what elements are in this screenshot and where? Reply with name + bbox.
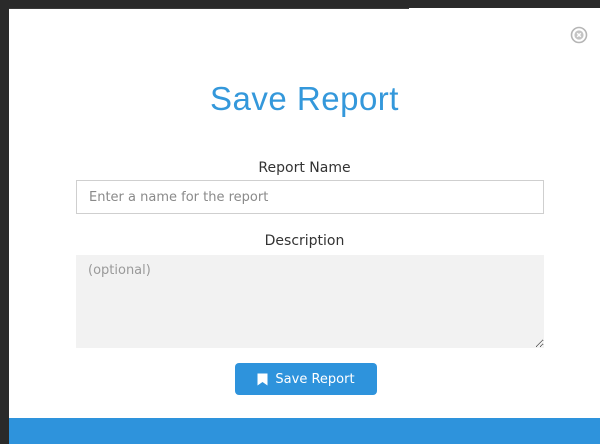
description-label: Description <box>264 233 345 249</box>
dialog-title: Save Report <box>210 80 399 117</box>
bookmark-icon <box>257 373 268 386</box>
save-report-dialog: Save Report Report Name Description Save… <box>9 8 600 444</box>
close-button[interactable] <box>570 26 588 44</box>
save-report-button[interactable]: Save Report <box>235 363 377 395</box>
dialog-footer-bar <box>9 418 600 444</box>
report-name-input[interactable] <box>76 180 544 214</box>
save-report-button-label: Save Report <box>275 371 355 387</box>
description-textarea[interactable] <box>76 255 544 348</box>
report-name-label: Report Name <box>258 160 351 176</box>
dialog-top-edge <box>9 8 409 9</box>
close-circle-icon <box>570 26 588 44</box>
